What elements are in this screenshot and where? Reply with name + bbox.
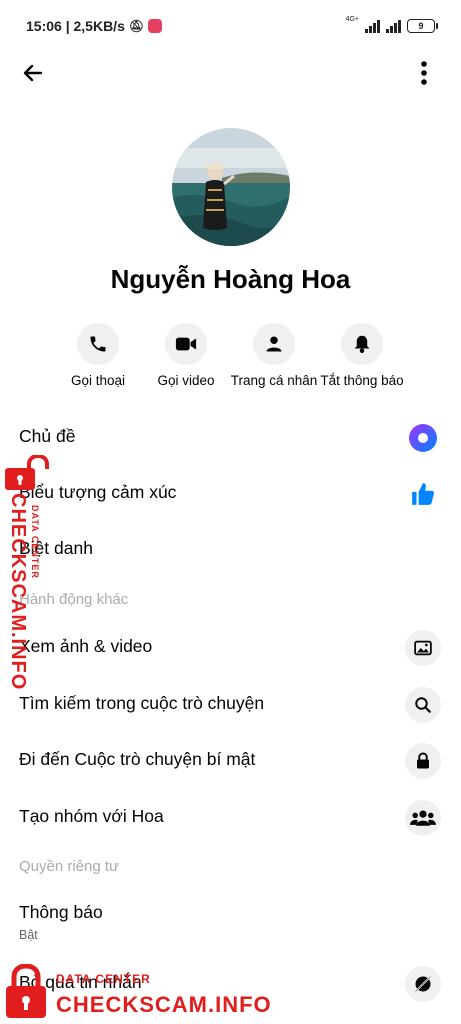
search-label: Tìm kiếm trong cuộc trò chuyện	[19, 693, 265, 713]
avatar[interactable]	[172, 128, 290, 246]
create-group-row[interactable]: Tạo nhóm với Hoa	[0, 792, 461, 844]
video-icon	[175, 337, 197, 351]
emoji-row[interactable]: Biểu tượng cảm xúc	[0, 468, 461, 520]
media-label: Xem ảnh & video	[19, 636, 153, 656]
more-options-button[interactable]	[409, 58, 439, 88]
signal-icon-2	[386, 19, 401, 33]
more-vertical-icon	[421, 61, 427, 85]
media-row[interactable]: Xem ảnh & video	[0, 622, 461, 674]
ignore-icon	[414, 975, 432, 993]
profile-name: Nguyễn Hoàng Hoa	[110, 264, 351, 294]
network-type: 4G+	[345, 16, 359, 23]
bell-icon	[354, 335, 370, 353]
mute-icon: 🔕︎	[128, 19, 145, 33]
ignore-messages-label: Bỏ qua tin nhắn	[19, 972, 142, 992]
battery-icon: 9	[407, 19, 438, 33]
video-call-label: Gọi video	[157, 373, 215, 388]
status-time: 15:06 | 2,5KB/s	[26, 18, 125, 34]
search-row[interactable]: Tìm kiếm trong cuộc trò chuyện	[0, 679, 461, 731]
search-icon	[415, 697, 431, 713]
voice-call-label: Gọi thoại	[70, 373, 126, 388]
mute-notifications-button[interactable]: Tắt thông báo	[307, 323, 417, 388]
emoji-label: Biểu tượng cảm xúc	[19, 482, 177, 502]
mute-notifications-label: Tắt thông báo	[320, 373, 404, 388]
phone-icon	[90, 336, 106, 352]
lock-icon	[417, 752, 429, 769]
theme-row[interactable]: Chủ đề	[0, 412, 461, 464]
theme-label: Chủ đề	[19, 426, 76, 446]
notifications-label: Thông báo	[19, 902, 103, 922]
create-group-label: Tạo nhóm với Hoa	[19, 806, 164, 826]
ignore-messages-row[interactable]: Bỏ qua tin nhắn	[0, 958, 461, 1010]
secret-conversation-label: Đi đến Cuộc trò chuyện bí mật	[19, 749, 256, 769]
profile-actions: Gọi thoại Gọi video Trang cá nhân Tắt th…	[0, 323, 461, 393]
nickname-row[interactable]: Biệt danh	[0, 524, 461, 576]
arrow-left-icon	[23, 64, 43, 82]
app-notification-icon	[148, 19, 163, 33]
profile-page-label: Trang cá nhân	[230, 373, 318, 388]
section-privacy: Quyền riêng tư	[19, 858, 120, 875]
status-bar: 15:06 | 2,5KB/s 🔕︎ 4G+ 9	[0, 0, 461, 52]
person-icon	[266, 336, 282, 352]
image-icon	[414, 640, 432, 656]
nickname-label: Biệt danh	[19, 538, 93, 558]
thumbs-up-icon	[412, 483, 434, 505]
theme-icon	[409, 424, 437, 452]
battery-level: 9	[418, 21, 424, 31]
top-bar	[0, 52, 461, 96]
signal-icon	[365, 19, 380, 33]
secret-conversation-row[interactable]: Đi đến Cuộc trò chuyện bí mật	[0, 735, 461, 787]
group-icon	[410, 810, 436, 826]
notifications-row[interactable]: Thông báo Bật	[0, 888, 461, 944]
section-more-actions: Hành động khác	[19, 591, 129, 608]
avatar-photo	[172, 128, 290, 246]
notifications-status: Bật	[19, 928, 38, 942]
back-button[interactable]	[18, 58, 48, 88]
